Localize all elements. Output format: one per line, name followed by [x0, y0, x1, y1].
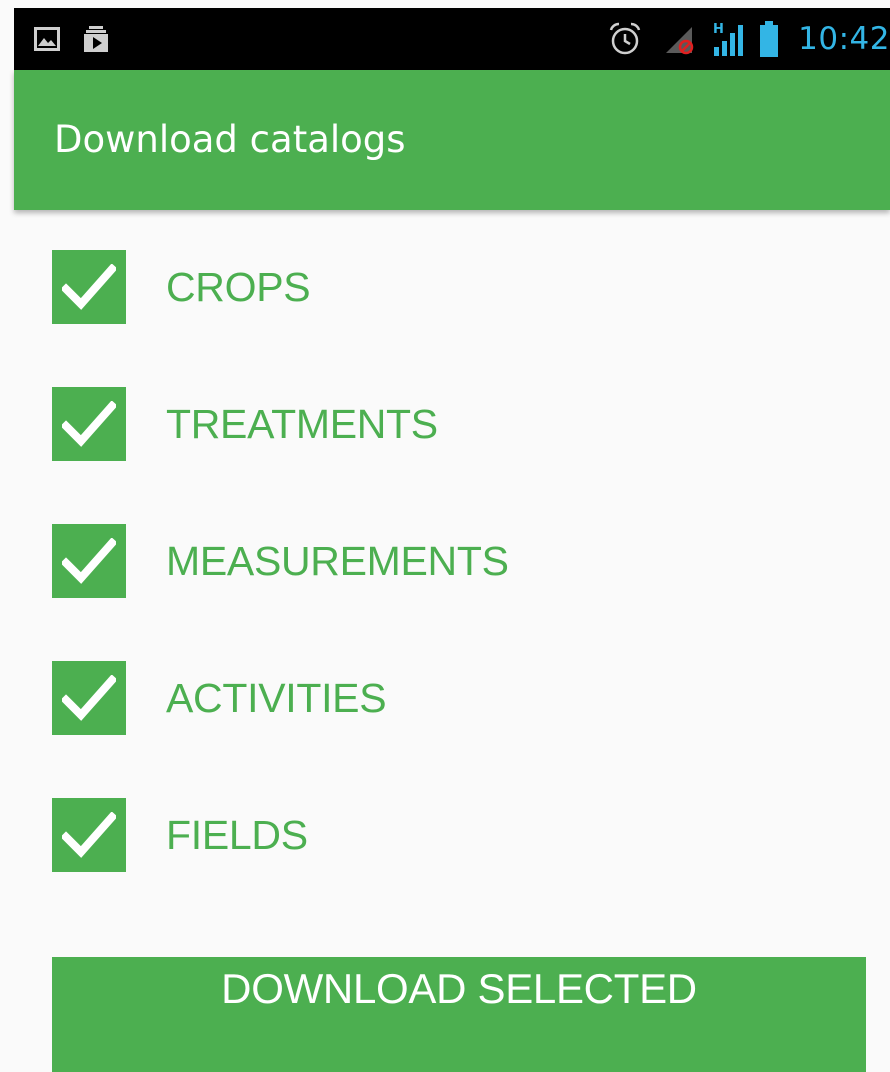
checkmark-icon [62, 675, 116, 721]
screen: H 10:42 Download catalogs CROPS TREATMEN… [0, 0, 890, 1072]
catalog-label: ACTIVITIES [166, 674, 387, 721]
catalog-item-treatments[interactable]: TREATMENTS [52, 387, 872, 461]
status-clock: 10:42 [798, 21, 890, 57]
picture-icon [34, 27, 60, 51]
checkmark-icon [62, 538, 116, 584]
catalog-list: CROPS TREATMENTS MEASUREMENTS ACTIVITIES… [52, 250, 872, 935]
svg-text:H: H [713, 22, 724, 37]
checkmark-icon [62, 264, 116, 310]
catalog-item-fields[interactable]: FIELDS [52, 798, 872, 872]
catalog-label: TREATMENTS [166, 400, 438, 447]
no-signal-icon [664, 23, 698, 55]
status-bar: H 10:42 [14, 8, 890, 70]
media-play-icon [84, 26, 108, 52]
alarm-icon [608, 22, 642, 56]
checkmark-icon [62, 812, 116, 858]
checkmark-icon [62, 401, 116, 447]
catalog-label: MEASUREMENTS [166, 537, 509, 584]
app-bar: Download catalogs [14, 70, 890, 210]
status-left [14, 26, 108, 52]
catalog-label: CROPS [166, 263, 311, 310]
hspa-signal-icon: H [710, 21, 748, 57]
checkbox-crops[interactable] [52, 250, 126, 324]
catalog-item-measurements[interactable]: MEASUREMENTS [52, 524, 872, 598]
checkbox-measurements[interactable] [52, 524, 126, 598]
battery-icon [760, 21, 779, 57]
checkbox-fields[interactable] [52, 798, 126, 872]
status-right: H 10:42 [608, 21, 890, 57]
catalog-item-activities[interactable]: ACTIVITIES [52, 661, 872, 735]
checkbox-treatments[interactable] [52, 387, 126, 461]
catalog-item-crops[interactable]: CROPS [52, 250, 872, 324]
download-selected-button[interactable]: DOWNLOAD SELECTED [52, 957, 866, 1072]
catalog-label: FIELDS [166, 811, 308, 858]
checkbox-activities[interactable] [52, 661, 126, 735]
page-title: Download catalogs [54, 118, 406, 161]
